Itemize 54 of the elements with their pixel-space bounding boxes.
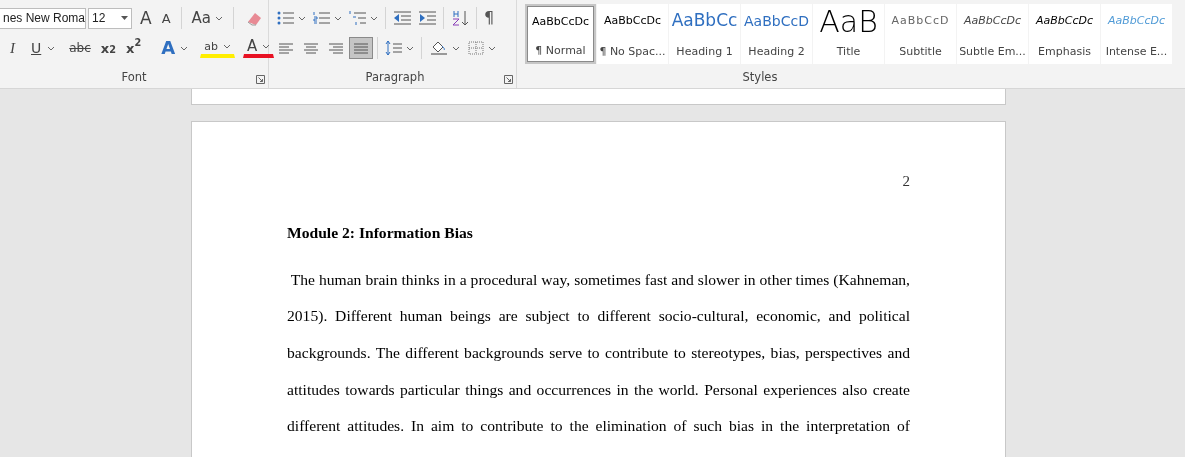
group-label: Font xyxy=(120,68,148,86)
line-spacing-icon xyxy=(385,40,403,56)
change-case-button[interactable]: Aa xyxy=(187,7,228,29)
font-color-button[interactable]: A xyxy=(242,38,275,58)
style-gallery-item[interactable]: AaBbCcDc ¶ Normal xyxy=(525,4,596,64)
align-right-icon xyxy=(327,40,345,56)
caret-icon[interactable] xyxy=(406,45,414,51)
style-gallery-item[interactable]: AaBbCcD Subtitle xyxy=(885,4,956,64)
center-icon xyxy=(302,40,320,56)
caret-icon[interactable] xyxy=(180,45,189,51)
grow-font-button[interactable]: A xyxy=(136,7,156,29)
style-gallery-item[interactable]: AaBbCcDc Emphasis xyxy=(1029,4,1100,64)
style-gallery-item[interactable]: AaBbCcDc ¶ No Spac... xyxy=(597,4,668,64)
justify-icon xyxy=(352,40,370,56)
body-paragraph: The human brain thinks in a procedural way, sometimes fast and slower in other times (Kahneman, 2015). Different human beings are subject to different socio-cultural, economic, and political backgrounds. The different backgrounds serve to contribute to stereotypes, bias, perspectives and attitudes towards particular things and occurrences in the world. Personal experiences also create different attitudes. In aim to contribute to the elimination of such bias in the interpretation of xyxy=(287,269,910,437)
style-gallery-item[interactable]: AaBbCcD Heading 2 xyxy=(741,4,812,64)
group-label: Paragraph xyxy=(364,68,426,86)
borders-icon xyxy=(467,40,485,56)
caret-icon[interactable] xyxy=(298,15,306,21)
text-effects-button[interactable]: A xyxy=(157,37,193,59)
align-left-icon xyxy=(277,40,295,56)
font-size-field[interactable]: 12 xyxy=(88,7,133,29)
underline-button[interactable]: U xyxy=(27,37,60,59)
sort-icon xyxy=(451,10,469,26)
shrink-font-button[interactable]: A xyxy=(157,7,175,29)
italic-button[interactable]: I xyxy=(6,37,19,59)
shading-icon xyxy=(429,40,449,56)
increase-indent-icon xyxy=(418,10,436,26)
show-formatting-marks-button[interactable]: ¶ xyxy=(481,7,498,29)
multilevel-list-icon xyxy=(349,10,367,26)
page-number: 2 xyxy=(902,173,910,189)
superscript-button[interactable]: x$^{2}$ xyxy=(122,37,146,59)
document-heading: Module 2: Information Bias xyxy=(287,223,473,241)
font-name-field[interactable]: nes New Roma xyxy=(0,7,86,29)
strikethrough-button[interactable]: abc xyxy=(65,37,95,59)
decrease-indent-icon xyxy=(393,10,411,26)
caret-icon[interactable] xyxy=(47,45,56,51)
style-gallery-item[interactable]: AaBbCcDc Subtle Em... xyxy=(957,4,1028,64)
group-label: Styles xyxy=(741,68,779,86)
caret-icon[interactable] xyxy=(262,44,271,49)
bullets-icon xyxy=(277,10,295,26)
dialog-launcher-icon[interactable] xyxy=(256,75,265,84)
numbering-icon xyxy=(313,10,331,26)
caret-icon[interactable] xyxy=(222,44,231,49)
caret-icon[interactable] xyxy=(215,15,224,21)
dialog-launcher-icon[interactable] xyxy=(504,75,513,84)
style-gallery-item[interactable]: AaBbCc Heading 1 xyxy=(669,4,740,64)
style-gallery-item[interactable]: AaB Title xyxy=(813,4,884,64)
caret-icon[interactable] xyxy=(488,45,496,51)
highlight-button[interactable]: ab xyxy=(200,38,235,58)
caret-icon[interactable] xyxy=(452,45,460,51)
caret-icon[interactable] xyxy=(334,15,342,21)
caret-icon[interactable] xyxy=(370,15,378,21)
style-gallery-item[interactable]: AaBbCcDc Intense E... xyxy=(1101,4,1172,64)
